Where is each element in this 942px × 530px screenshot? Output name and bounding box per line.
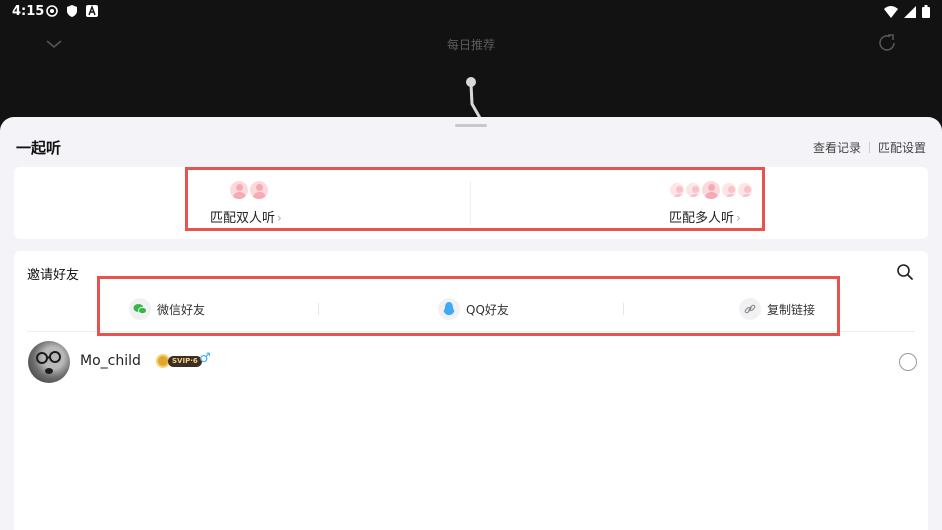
share-icon[interactable] (876, 32, 898, 54)
user-placeholder-icon (700, 179, 722, 201)
match-settings-link[interactable]: 匹配设置 (878, 139, 926, 156)
user-placeholder-icon (228, 179, 250, 201)
a-notification-icon (86, 5, 98, 17)
sheet-title: 一起听 (16, 139, 62, 157)
qq-icon (438, 298, 460, 320)
sheet-top-links: 查看记录 匹配设置 (813, 139, 926, 156)
male-gender-icon: ♂ (199, 351, 211, 366)
listen-together-sheet: 一起听 查看记录 匹配设置 匹配双人听 › 匹配多人听 › 邀请好友 微信好友 … (0, 117, 942, 530)
user-placeholder-icon (248, 179, 270, 201)
multi-avatars (668, 179, 754, 201)
match-duo-button[interactable]: 匹配双人听 › (210, 167, 390, 239)
share-qq-button[interactable]: QQ好友 (438, 297, 509, 321)
link-divider (868, 142, 870, 153)
invite-card: 邀请好友 微信好友 QQ好友 复制链接 Mo_child SVIP·6 ♂ (14, 251, 928, 530)
netease-notification-icon (46, 5, 58, 17)
match-divider (470, 181, 471, 225)
chevron-right-icon: › (277, 211, 282, 225)
share-wechat-button[interactable]: 微信好友 (129, 297, 205, 321)
friend-name: Mo_child (80, 353, 141, 369)
link-icon (739, 298, 761, 320)
view-history-link[interactable]: 查看记录 (813, 139, 861, 156)
share-qq-label: QQ好友 (466, 302, 509, 317)
status-bar: 4:15 (0, 0, 942, 24)
share-divider (623, 303, 624, 315)
avatar (28, 341, 70, 383)
match-multi-button[interactable]: 匹配多人听 › (668, 167, 848, 239)
search-icon[interactable] (896, 263, 914, 281)
match-multi-label: 匹配多人听 › (669, 207, 741, 226)
status-icons (46, 5, 98, 17)
wifi-icon (884, 5, 898, 22)
list-divider (27, 331, 915, 332)
share-divider (318, 303, 319, 315)
match-duo-label: 匹配双人听 › (210, 207, 282, 226)
invite-title: 邀请好友 (27, 268, 80, 283)
match-duo-text: 匹配双人听 (210, 211, 276, 226)
select-radio[interactable] (899, 353, 917, 371)
user-placeholder-icon (736, 181, 754, 199)
share-wechat-label: 微信好友 (157, 302, 206, 317)
friend-list-item[interactable]: Mo_child SVIP·6 ♂ (27, 339, 917, 385)
sheet-drag-handle[interactable] (455, 124, 487, 127)
status-time: 4:15 (12, 4, 45, 19)
copy-link-button[interactable]: 复制链接 (739, 297, 815, 321)
wechat-icon (129, 298, 151, 320)
match-multi-text: 匹配多人听 (669, 211, 735, 226)
share-options: 微信好友 QQ好友 复制链接 (14, 297, 928, 321)
status-right (884, 5, 930, 22)
svip-badge: SVIP·6 (168, 356, 202, 367)
shield-notification-icon (66, 5, 78, 17)
copy-link-label: 复制链接 (767, 302, 816, 317)
playlist-title: 每日推荐 (446, 38, 495, 52)
signal-icon (904, 5, 916, 22)
player-header: 每日推荐 (0, 24, 942, 64)
chevron-right-icon: › (736, 211, 741, 225)
tonearm-needle (460, 76, 490, 120)
battery-icon (922, 5, 930, 22)
match-card: 匹配双人听 › 匹配多人听 › (14, 167, 928, 239)
duo-avatars (228, 179, 270, 201)
